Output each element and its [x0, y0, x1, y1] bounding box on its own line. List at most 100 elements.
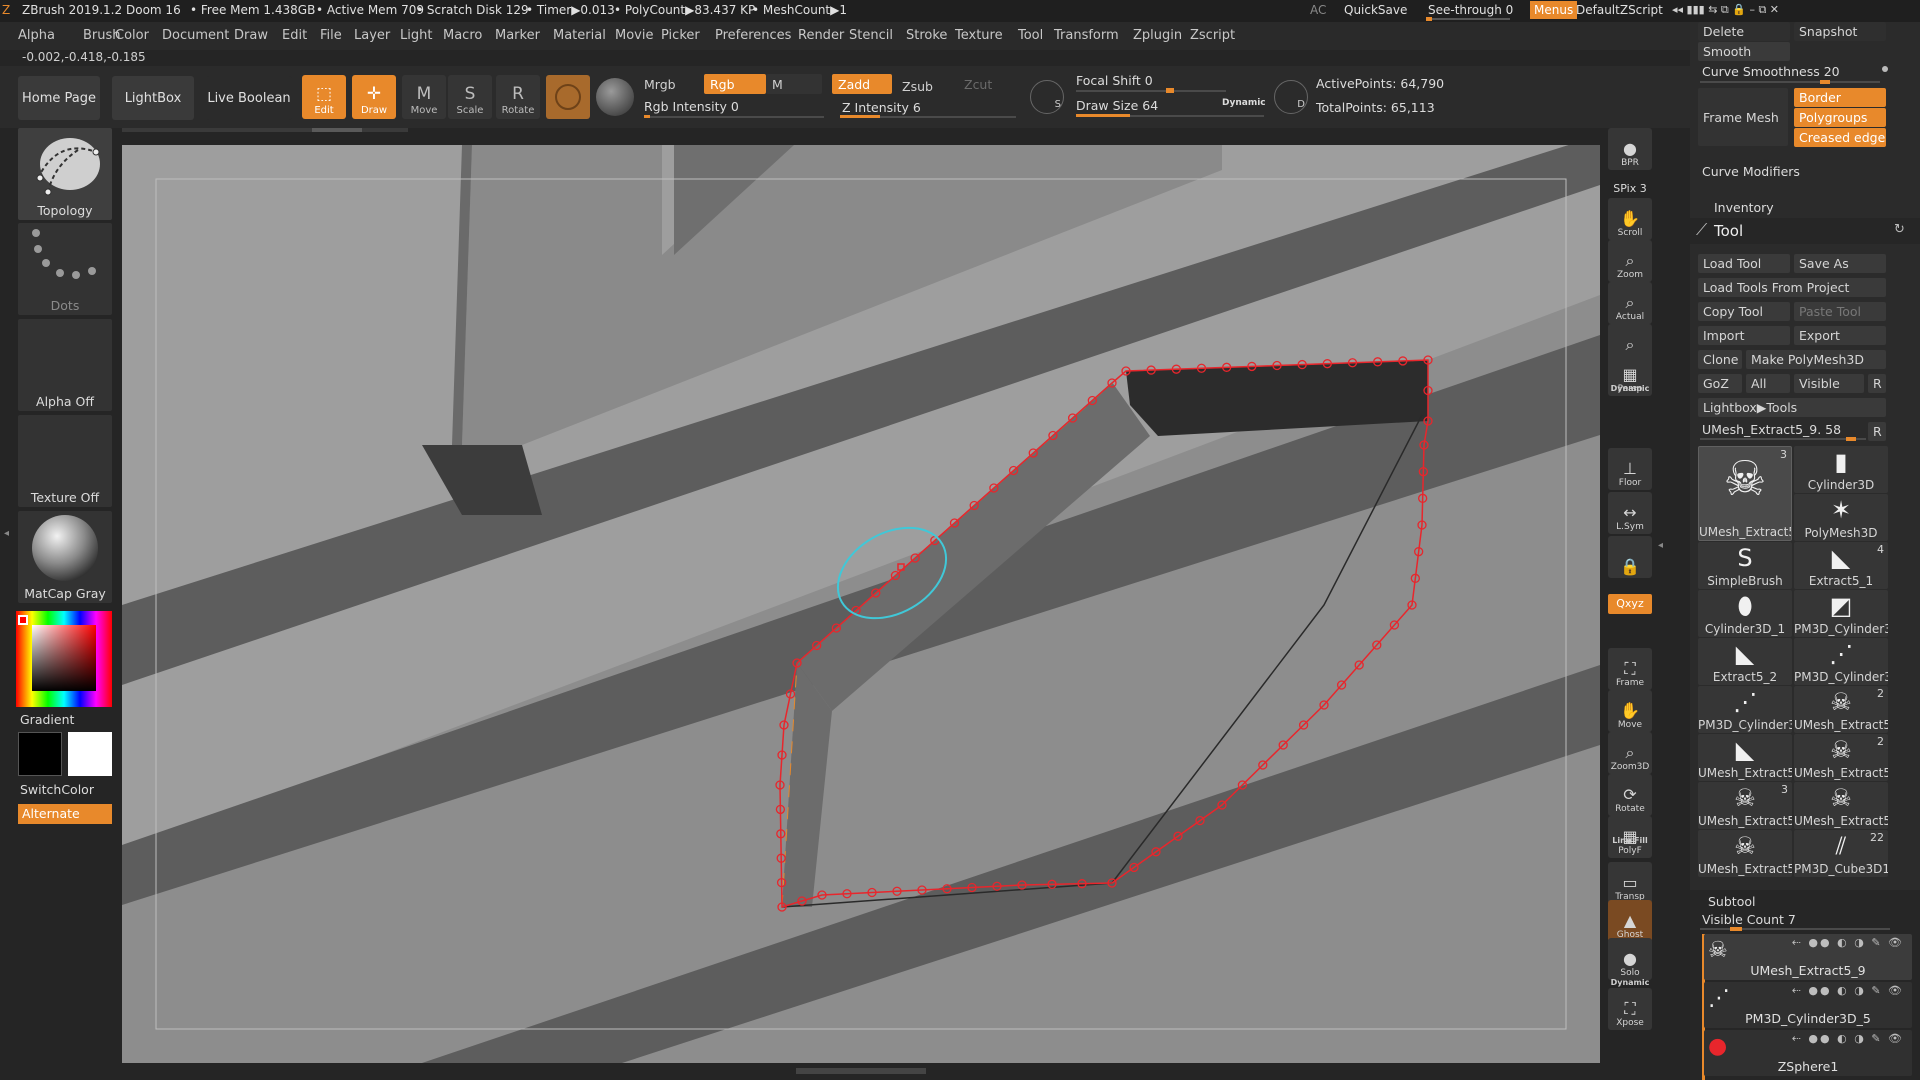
- spix-slider[interactable]: SPix 3: [1608, 182, 1652, 195]
- tool-thumb[interactable]: ◣ UMesh_Extract5: [1698, 734, 1792, 781]
- curve-smoothness-track[interactable]: [1700, 81, 1880, 83]
- draw-mode-button[interactable]: ✛ Draw: [352, 75, 396, 119]
- xpose-tool[interactable]: ⛶ Xpose: [1608, 988, 1652, 1030]
- gradient-label[interactable]: Gradient: [20, 712, 74, 727]
- ghost-tool[interactable]: ▲ Ghost: [1608, 900, 1652, 942]
- tool-thumb[interactable]: ◩ PM3D_Cylinder3: [1794, 590, 1888, 637]
- quicksave-button[interactable]: QuickSave: [1344, 3, 1407, 17]
- tool-thumb[interactable]: ☠ UMesh_Extract5_: [1698, 830, 1792, 877]
- tool-thumb[interactable]: ⋰ PM3D_Cylinder3: [1794, 638, 1888, 685]
- goz-visible-button[interactable]: Visible: [1794, 374, 1864, 393]
- linefill-label[interactable]: Line Fill: [1608, 836, 1652, 845]
- live-boolean-button[interactable]: Live Boolean: [206, 76, 292, 120]
- smooth-button[interactable]: Smooth: [1698, 42, 1790, 61]
- inventory-header[interactable]: Inventory: [1714, 200, 1774, 215]
- menu-macro[interactable]: Macro: [443, 28, 482, 43]
- color-picker[interactable]: [16, 611, 112, 707]
- menu-file[interactable]: File: [320, 28, 342, 43]
- subtool-item[interactable]: ● ⇠ ●● ◐ ◑ ✎ 👁 ZSphere1: [1704, 1030, 1912, 1076]
- load-tool-button[interactable]: Load Tool: [1698, 254, 1790, 273]
- menu-alpha[interactable]: Alpha: [18, 28, 55, 43]
- main-color-swatch[interactable]: [18, 732, 62, 776]
- tool-thumb[interactable]: ☠ UMesh_Extract5 3: [1698, 446, 1792, 541]
- curve-modifiers-header[interactable]: Curve Modifiers: [1702, 164, 1800, 179]
- move-mode-button[interactable]: M Move: [402, 75, 446, 119]
- ac-label[interactable]: AC: [1310, 3, 1326, 17]
- edit-mode-button[interactable]: ⬚ Edit: [302, 75, 346, 119]
- secondary-color-swatch[interactable]: [68, 732, 112, 776]
- tool-thumb[interactable]: ▮ Cylinder3D: [1794, 446, 1888, 493]
- tool-thumb[interactable]: ⫽ PM3D_Cube3D1_ 22: [1794, 830, 1888, 877]
- move-tool[interactable]: ✋ Move: [1608, 690, 1652, 732]
- subtool-toggle-icons[interactable]: ⇠ ●● ◐ ◑ ✎ 👁: [1792, 1032, 1904, 1045]
- material-selector[interactable]: MatCap Gray: [18, 511, 112, 603]
- mrgb-button[interactable]: Mrgb: [638, 74, 694, 94]
- menu-zscript[interactable]: Zscript: [1190, 28, 1235, 43]
- dynamic-label[interactable]: Dynamic: [1222, 98, 1266, 108]
- subtool-toggle-icons[interactable]: ⇠ ●● ◐ ◑ ✎ 👁: [1792, 984, 1904, 997]
- zoom3d-tool[interactable]: ⌕ Zoom3D: [1608, 732, 1652, 774]
- 3d-viewport[interactable]: [122, 145, 1600, 1063]
- home-page-button[interactable]: Home Page: [18, 76, 100, 120]
- tool-header[interactable]: ⟋ Tool ↻: [1690, 218, 1920, 244]
- tool-thumb[interactable]: ⋰ PM3D_Cylinder3: [1698, 686, 1792, 733]
- current-tool-r-button[interactable]: R: [1868, 422, 1886, 441]
- current-tool-track[interactable]: [1700, 438, 1866, 440]
- menu-zplugin[interactable]: Zplugin: [1133, 28, 1182, 43]
- stroke-selector[interactable]: Dots: [18, 223, 112, 315]
- menu-preferences[interactable]: Preferences: [715, 28, 791, 43]
- m-button[interactable]: M: [766, 74, 822, 94]
- qxyz-button[interactable]: Qxyz: [1608, 594, 1652, 614]
- left-collapse-icon[interactable]: ◂: [4, 528, 12, 564]
- material-swatch[interactable]: [546, 75, 590, 119]
- menu-document[interactable]: Document: [162, 28, 229, 43]
- load-tools-from-project-button[interactable]: Load Tools From Project: [1698, 278, 1886, 297]
- bpr-tool[interactable]: ● BPR: [1608, 128, 1652, 170]
- goz-r-button[interactable]: R: [1868, 374, 1886, 393]
- tool-thumb[interactable]: ☠ UMesh_Extract5_ 2: [1794, 686, 1888, 733]
- window-controls-icon[interactable]: ◂◂ ▮▮▮ ⇆ ⧉ 🔒 – ⧉ ✕: [1672, 3, 1779, 17]
- frame-tool[interactable]: ⛶ Frame: [1608, 648, 1652, 690]
- delete-button[interactable]: Delete: [1698, 22, 1790, 41]
- menu-texture[interactable]: Texture: [955, 28, 1003, 43]
- matcap-sphere-icon[interactable]: [596, 78, 634, 116]
- menu-material[interactable]: Material: [553, 28, 606, 43]
- focal-shift-thumb[interactable]: [1166, 88, 1174, 93]
- subtool-header[interactable]: Subtool: [1708, 894, 1755, 909]
- goz-button[interactable]: GoZ: [1698, 374, 1742, 393]
- polygroups-toggle[interactable]: Polygroups: [1794, 108, 1886, 127]
- subtool-item[interactable]: ☠ ⇠ ●● ◐ ◑ ✎ 👁 UMesh_Extract5_9: [1704, 934, 1912, 980]
- alpha-selector[interactable]: Alpha Off: [18, 319, 112, 411]
- subtool-item[interactable]: ⋰ ⇠ ●● ◐ ◑ ✎ 👁 PM3D_Cylinder3D_5: [1704, 982, 1912, 1028]
- save-as-button[interactable]: Save As: [1794, 254, 1886, 273]
- rgb-button[interactable]: Rgb: [704, 74, 766, 94]
- zadd-button[interactable]: Zadd: [832, 74, 892, 94]
- export-button[interactable]: Export: [1794, 326, 1886, 345]
- current-tool-slider[interactable]: UMesh_Extract5_9. 58: [1702, 422, 1841, 437]
- alternate-button[interactable]: Alternate: [18, 804, 112, 824]
- menu-picker[interactable]: Picker: [661, 28, 700, 43]
- reset-icon[interactable]: ↻: [1894, 222, 1905, 237]
- current-tool-thumb[interactable]: [1846, 437, 1856, 441]
- focal-shift-icon[interactable]: S: [1030, 80, 1064, 114]
- menu-light[interactable]: Light: [400, 28, 432, 43]
- frame-mesh-button[interactable]: Frame Mesh: [1698, 88, 1788, 146]
- rgb-intensity-track[interactable]: [644, 116, 824, 118]
- curve-smoothness-thumb[interactable]: [1820, 80, 1830, 84]
- color-square[interactable]: [32, 625, 96, 691]
- subtool-toggle-icons[interactable]: ⇠ ●● ◐ ◑ ✎ 👁: [1792, 936, 1904, 949]
- menu-render[interactable]: Render: [798, 28, 844, 43]
- border-toggle[interactable]: Border: [1794, 88, 1886, 107]
- switchcolor-button[interactable]: SwitchColor: [20, 782, 94, 797]
- zsub-button[interactable]: Zsub: [896, 76, 952, 96]
- solo-tool[interactable]: ● Solo: [1608, 938, 1652, 980]
- floor-tool[interactable]: ⊥ Floor: [1608, 448, 1652, 490]
- dynamic1-label[interactable]: Dynamic: [1608, 384, 1652, 393]
- zcut-button[interactable]: Zcut: [958, 74, 1014, 94]
- texture-selector[interactable]: Texture Off: [18, 415, 112, 507]
- tool-thumb[interactable]: ☠ UMesh_Extract5_: [1794, 782, 1888, 829]
- l-sym-tool[interactable]: ↔ L.Sym: [1608, 492, 1652, 534]
- tool-thumb[interactable]: ◣ Extract5_1 4: [1794, 542, 1888, 589]
- tool-thumb[interactable]: ◣ Extract5_2: [1698, 638, 1792, 685]
- dynamic2-label[interactable]: Dynamic: [1608, 978, 1652, 987]
